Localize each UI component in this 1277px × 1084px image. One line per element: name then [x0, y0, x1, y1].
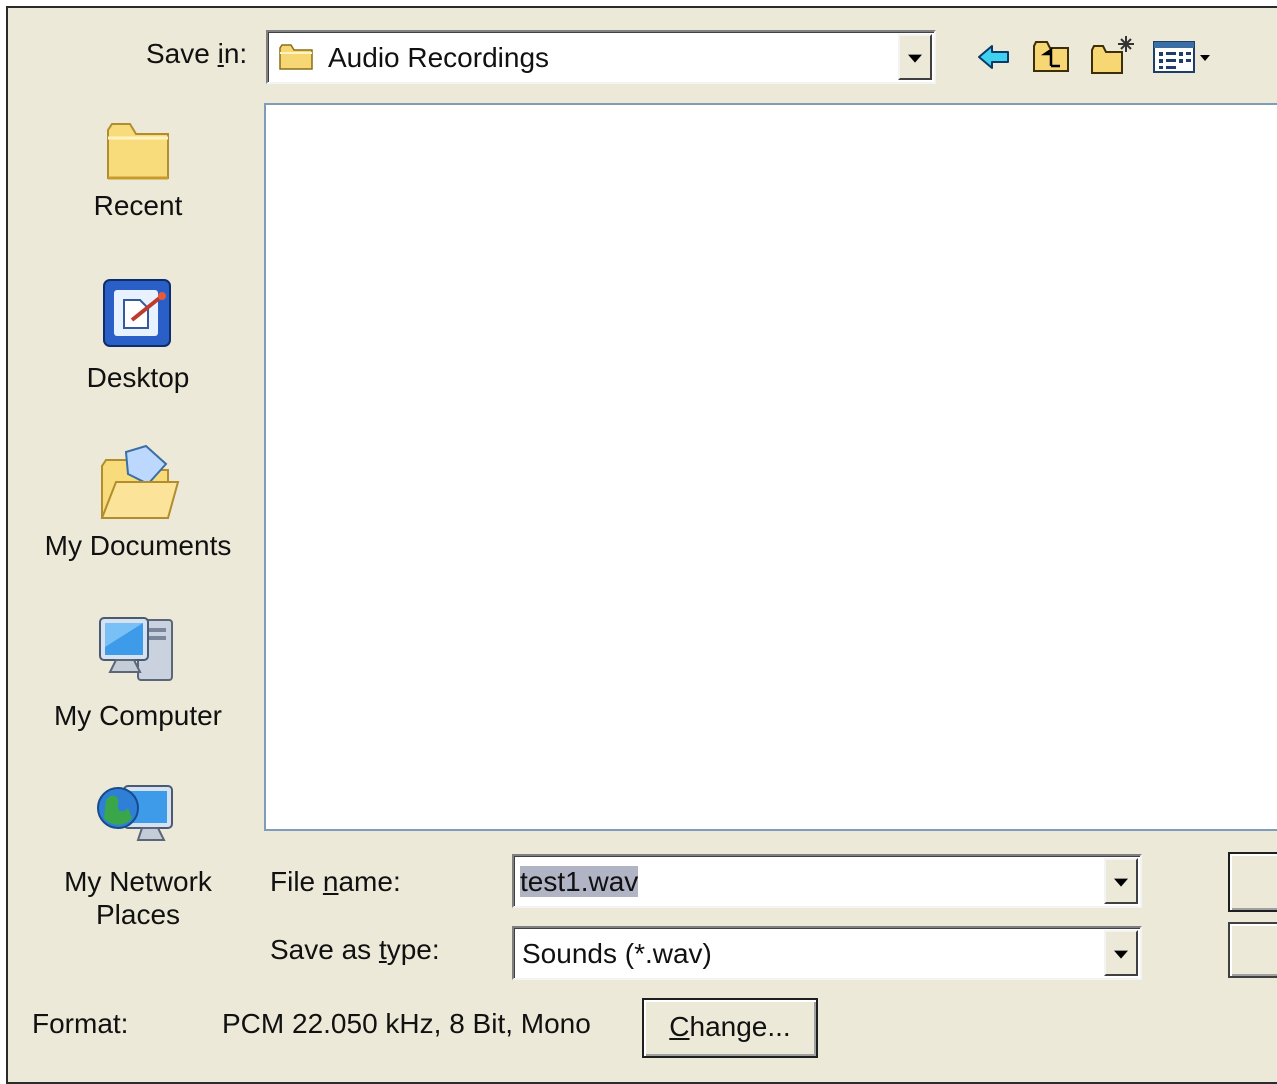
- format-label: Format:: [32, 1008, 129, 1039]
- places-desktop[interactable]: Desktop: [28, 274, 248, 394]
- places-my-computer[interactable]: My Computer: [28, 612, 248, 732]
- places-recent-label: Recent: [93, 190, 183, 221]
- file-name-label: File name:: [270, 866, 401, 897]
- places-my-network[interactable]: My Network Places: [28, 778, 248, 931]
- save-as-type-label: Save as type:: [270, 934, 440, 965]
- back-arrow-icon[interactable]: [976, 42, 1012, 72]
- desktop-icon: [103, 279, 171, 347]
- save-in-dropdown-button[interactable]: [898, 34, 932, 80]
- file-list[interactable]: [264, 103, 1277, 831]
- my-network-places-icon: [97, 785, 173, 841]
- save-in-dropdown[interactable]: Audio Recordings: [266, 30, 936, 84]
- save-as-type-select[interactable]: Sounds (*.wav): [512, 926, 1142, 980]
- change-format-button[interactable]: Change...: [642, 998, 818, 1058]
- save-dialog: Save in: Audio Recordings Recent Desktop…: [6, 6, 1277, 1084]
- recent-folder-icon: [107, 123, 169, 180]
- places-my-documents[interactable]: My Documents: [28, 444, 248, 562]
- places-my-computer-label: My Computer: [53, 700, 223, 731]
- save-as-type-value: Sounds (*.wav): [522, 938, 712, 969]
- my-documents-icon: [100, 444, 180, 519]
- cancel-button[interactable]: [1228, 922, 1277, 978]
- up-folder-icon[interactable]: [1032, 38, 1072, 74]
- save-in-value: Audio Recordings: [328, 42, 550, 73]
- view-menu-icon[interactable]: [1152, 40, 1214, 74]
- places-recent[interactable]: Recent: [28, 116, 248, 222]
- places-my-network-label: My Network Places: [64, 866, 212, 930]
- folder-icon: [279, 44, 313, 70]
- my-computer-icon: [99, 617, 173, 681]
- save-button[interactable]: [1228, 852, 1277, 912]
- file-name-input[interactable]: test1.wav: [512, 854, 1142, 908]
- places-desktop-label: Desktop: [86, 362, 190, 393]
- save-in-label: Save in:: [146, 38, 248, 69]
- file-name-dropdown-button[interactable]: [1104, 858, 1138, 904]
- places-my-documents-label: My Documents: [44, 530, 232, 561]
- format-value: PCM 22.050 kHz, 8 Bit, Mono: [222, 1008, 591, 1039]
- save-as-type-dropdown-button[interactable]: [1104, 930, 1138, 976]
- file-name-value: test1.wav: [520, 866, 639, 897]
- new-folder-icon[interactable]: [1090, 34, 1136, 76]
